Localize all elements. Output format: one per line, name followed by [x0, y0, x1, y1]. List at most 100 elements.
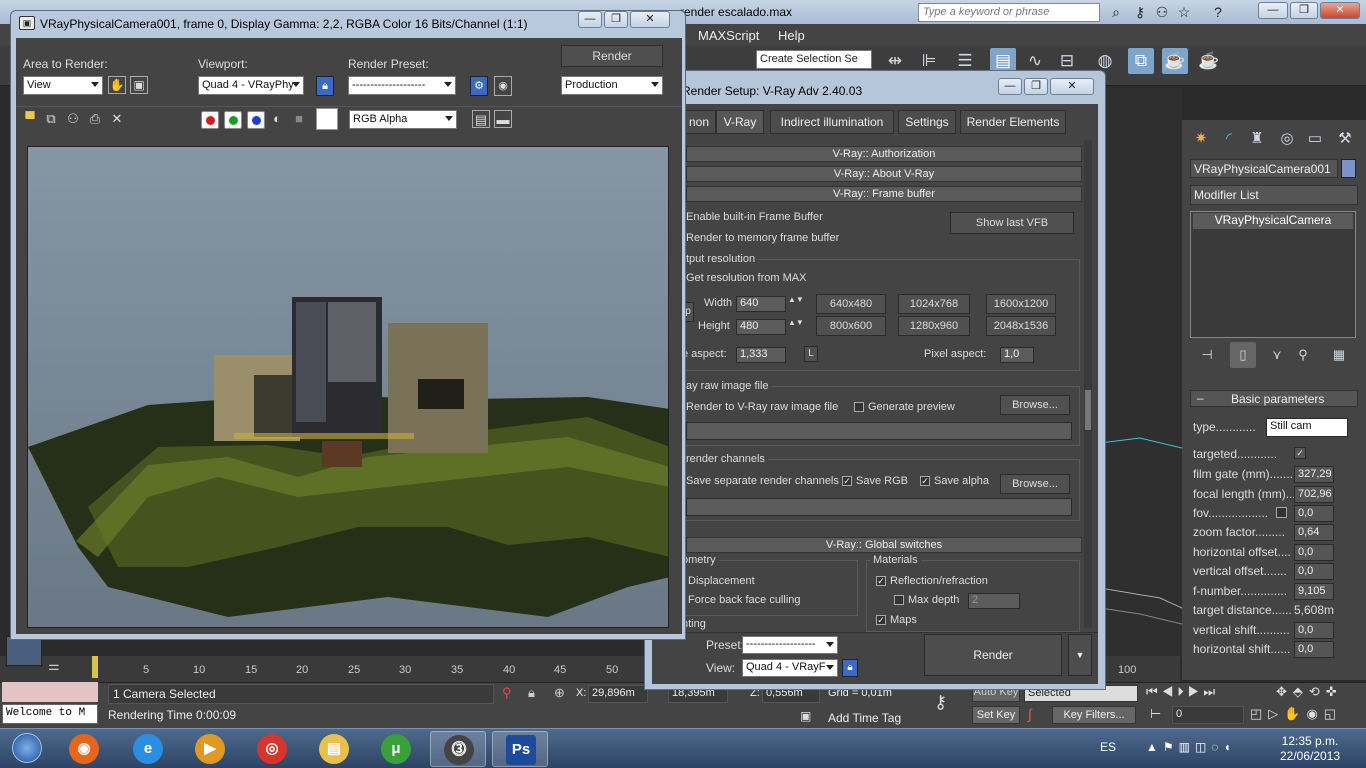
preset-dropdown[interactable]: -------------------	[742, 636, 838, 654]
key-filter-icon[interactable]: ∫	[1028, 706, 1032, 722]
motion-tab-icon[interactable]: ◎	[1274, 126, 1300, 152]
height-spinner-icon[interactable]: ▲▼	[788, 318, 804, 327]
render-options-arrow[interactable]: ▼	[1068, 634, 1092, 676]
show-end-result-icon[interactable]: ▯	[1230, 342, 1256, 368]
edit-region-icon[interactable]: ✋	[108, 76, 126, 94]
key-mode-icon[interactable]: ⊢	[1150, 706, 1161, 722]
taskbar-ie-button[interactable]: e	[120, 731, 176, 767]
pin-stack-icon[interactable]: ⊣	[1194, 342, 1220, 368]
display-tab-icon[interactable]: ▭	[1302, 126, 1328, 152]
maxscript-listener-mini[interactable]	[2, 682, 98, 702]
raw-file-path-field[interactable]	[686, 422, 1072, 440]
time-slider[interactable]	[92, 656, 98, 678]
maps-checkbox[interactable]: ✓ Maps	[876, 614, 917, 626]
param-value-field[interactable]: 702,96	[1294, 486, 1334, 503]
render-production-icon[interactable]: ☕	[1196, 48, 1222, 74]
taskbar-chrome-button[interactable]: ◎	[244, 731, 300, 767]
reflection-checkbox[interactable]: ✓ Reflection/refraction	[876, 575, 988, 587]
x-coordinate-field[interactable]: 29,896m	[588, 685, 648, 703]
width-field[interactable]: 640	[736, 296, 786, 312]
vfb-close-button[interactable]: ✕	[630, 11, 670, 28]
pixel-aspect-field[interactable]: 1,0	[1000, 347, 1034, 363]
param-value-field[interactable]: 0,0	[1294, 641, 1334, 658]
render-memory-checkbox-label[interactable]: Render to memory frame buffer	[686, 232, 839, 244]
channel-dropdown[interactable]: RGB Alpha	[349, 110, 457, 129]
rollout-global-switches[interactable]: V-Ray:: Global switches	[686, 537, 1082, 553]
preset-1024x768-button[interactable]: 1024x768	[898, 294, 970, 314]
configure-sets-icon[interactable]: ▦	[1326, 342, 1352, 368]
taskbar-firefox-button[interactable]: ◉	[56, 731, 112, 767]
history-icon[interactable]: ▤	[472, 110, 490, 128]
tab-vray[interactable]: V-Ray	[716, 110, 764, 134]
preset-800x600-button[interactable]: 800x600	[816, 316, 886, 336]
render-setup-scrollbar[interactable]	[1084, 140, 1092, 628]
hierarchy-tab-icon[interactable]: ♜	[1244, 126, 1270, 152]
rs-maximize-button[interactable]: ❐	[1024, 78, 1048, 95]
force-back-face-checkbox-label[interactable]: Force back face culling	[688, 594, 801, 606]
taskbar-media-button[interactable]: ▶	[182, 731, 238, 767]
vfb-minimize-button[interactable]: —	[578, 11, 602, 28]
raw-browse-button[interactable]: Browse...	[1000, 395, 1070, 415]
vfb-maximize-button[interactable]: ❐	[604, 11, 628, 28]
rollout-frame-buffer[interactable]: V-Ray:: Frame buffer	[686, 186, 1082, 202]
modifier-list-dropdown[interactable]: Modifier List	[1190, 185, 1358, 205]
enable-vfb-checkbox-label[interactable]: Enable built-in Frame Buffer	[686, 211, 823, 223]
tab-settings[interactable]: Settings	[898, 110, 956, 134]
fov-checkbox[interactable]	[1276, 507, 1287, 518]
get-resolution-checkbox-label[interactable]: Get resolution from MAX	[686, 272, 806, 284]
close-button[interactable]: ✕	[1320, 2, 1360, 19]
param-value-field[interactable]: 0,64	[1294, 524, 1334, 541]
print-icon[interactable]: ⎙	[86, 110, 104, 128]
make-unique-icon[interactable]: ⋎	[1264, 342, 1290, 368]
area-to-render-dropdown[interactable]: View	[23, 76, 103, 95]
remove-modifier-icon[interactable]: ⚲	[1290, 342, 1316, 368]
copy-image-icon[interactable]: ⧉	[42, 110, 60, 128]
show-last-vfb-button[interactable]: Show last VFB	[950, 212, 1074, 234]
blue-channel-button[interactable]	[247, 111, 265, 129]
image-aspect-field[interactable]: 1,333	[736, 347, 786, 363]
track-bar-icon[interactable]: ⚌	[48, 658, 78, 676]
auto-region-icon[interactable]: ▣	[130, 76, 148, 94]
taskbar-explorer-button[interactable]: ▤	[306, 731, 362, 767]
preset-1600x1200-button[interactable]: 1600x1200	[986, 294, 1056, 314]
help-icon[interactable]: ?	[1208, 2, 1228, 22]
tab-common[interactable]: non	[682, 110, 716, 134]
minimize-button[interactable]: —	[1258, 2, 1288, 19]
rs-close-button[interactable]: ✕	[1050, 78, 1094, 95]
production-dropdown[interactable]: Production	[561, 76, 663, 95]
maxscript-input[interactable]: Welcome to M	[2, 704, 98, 724]
time-tag-icon[interactable]: ▣	[800, 709, 811, 723]
lock-aspect-button[interactable]: L	[804, 346, 818, 362]
save-alpha-checkbox[interactable]: ✓ Save alpha	[920, 475, 989, 487]
param-value-field[interactable]: 0,0	[1294, 505, 1334, 522]
create-tab-icon[interactable]: ✷	[1188, 126, 1214, 152]
rollout-authorization[interactable]: V-Ray:: Authorization	[686, 146, 1082, 162]
preset-1280x960-button[interactable]: 1280x960	[898, 316, 970, 336]
modifier-stack[interactable]	[1190, 211, 1356, 338]
render-setup-icon[interactable]: ⚙	[470, 76, 488, 96]
mono-icon[interactable]: ■	[290, 110, 308, 128]
tray-icons[interactable]: ▲⚑▥◫◌◖	[1146, 740, 1272, 756]
menu-help[interactable]: Help	[778, 28, 805, 43]
color-corrections-icon[interactable]: ▬	[494, 110, 512, 128]
channels-browse-button[interactable]: Browse...	[1000, 474, 1070, 494]
basic-params-rollout-header[interactable]: – Basic parameters	[1190, 390, 1358, 407]
width-spinner-icon[interactable]: ▲▼	[788, 295, 804, 304]
add-time-tag-button[interactable]: Add Time Tag	[828, 711, 901, 725]
object-color-swatch[interactable]	[1341, 159, 1356, 178]
render-raw-checkbox-label[interactable]: Render to V-Ray raw image file	[686, 401, 838, 413]
playback-controls[interactable]: ⏮◀⏵▶⏭	[1146, 684, 1266, 700]
render-preset-dropdown[interactable]: --------------------	[348, 76, 456, 95]
red-channel-button[interactable]	[201, 111, 219, 129]
height-field[interactable]: 480	[736, 319, 786, 335]
param-value-field[interactable]: 327,29	[1294, 466, 1334, 483]
save-rgb-checkbox[interactable]: ✓ Save RGB	[842, 475, 908, 487]
people-icon[interactable]: ⚇	[1152, 2, 1172, 22]
current-frame-field[interactable]: 0	[1172, 706, 1244, 724]
render-button[interactable]: Render	[924, 634, 1062, 676]
absolute-mode-icon[interactable]: ⊕	[554, 685, 565, 701]
max-depth-field[interactable]: 2	[968, 593, 1020, 609]
object-name-field[interactable]: VRayPhysicalCamera001	[1190, 159, 1338, 178]
param-value-field[interactable]: 0,0	[1294, 622, 1334, 639]
preset-640x480-button[interactable]: 640x480	[816, 294, 886, 314]
